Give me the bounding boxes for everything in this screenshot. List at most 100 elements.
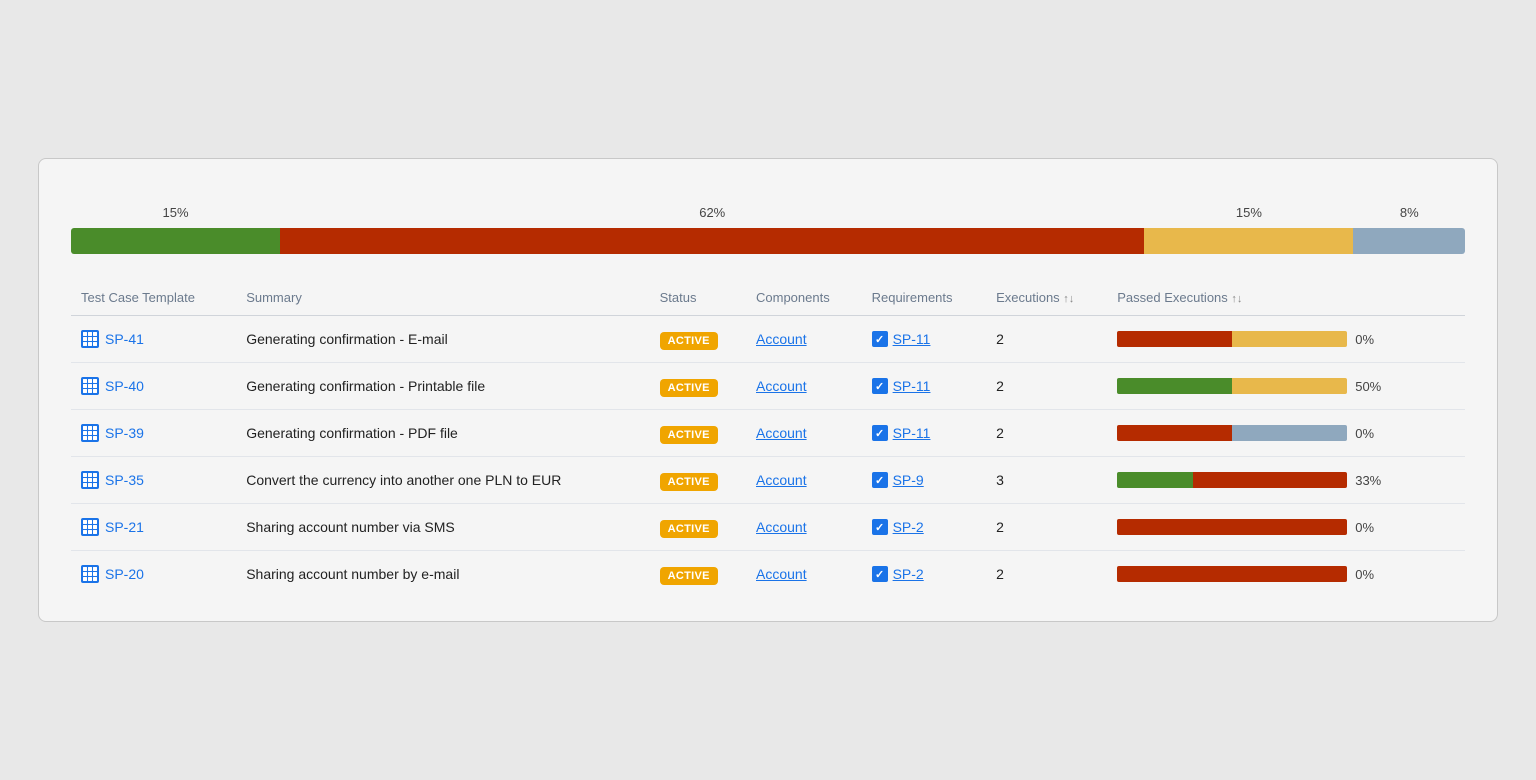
component-link[interactable]: Account [756,519,807,535]
requirement-cell: SP-11 [862,363,987,410]
tc-id-cell: SP-21 [71,504,236,551]
component-cell: Account [746,363,862,410]
progress-bar [71,228,1465,254]
progress-label: 15% [1236,205,1262,220]
executions-cell: 2 [986,316,1107,363]
bar-segment [1117,331,1232,347]
status-badge: ACTIVE [660,332,718,350]
col-header-status: Status [650,282,746,316]
component-cell: Account [746,551,862,598]
status-cell: ACTIVE [650,316,746,363]
req-link[interactable]: SP-11 [893,331,931,347]
progress-segment [280,228,1144,254]
status-cell: ACTIVE [650,410,746,457]
summary-cell: Generating confirmation - PDF file [236,410,649,457]
table-row: SP-21 Sharing account number via SMS ACTI… [71,504,1465,551]
req-link[interactable]: SP-11 [893,378,931,394]
progress-segment [1353,228,1465,254]
progress-label: 8% [1400,205,1419,220]
col-header-summary: Summary [236,282,649,316]
tc-id-cell: SP-39 [71,410,236,457]
component-link[interactable]: Account [756,472,807,488]
req-checkbox-icon [872,331,888,347]
status-badge: ACTIVE [660,379,718,397]
tc-link[interactable]: SP-40 [81,377,226,395]
execution-bar [1117,472,1347,488]
table-row: SP-41 Generating confirmation - E-mailAC… [71,316,1465,363]
table-row: SP-20 Sharing account number by e-mailAC… [71,551,1465,598]
progress-section: 15%62%15%8% [71,205,1465,254]
grid-icon [81,518,99,536]
component-link[interactable]: Account [756,378,807,394]
passed-executions-cell: 0% [1107,504,1465,551]
col-header-tc: Test Case Template [71,282,236,316]
requirement-cell: SP-11 [862,410,987,457]
executions-cell: 2 [986,551,1107,598]
status-badge: ACTIVE [660,520,718,538]
results-table: Test Case TemplateSummaryStatusComponent… [71,282,1465,597]
tc-link[interactable]: SP-39 [81,424,226,442]
component-link[interactable]: Account [756,425,807,441]
sort-icon: ↑↓ [1063,293,1074,305]
grid-icon [81,424,99,442]
mini-bar-container: 0% [1117,331,1455,347]
tc-id-label: SP-41 [105,331,144,347]
status-cell: ACTIVE [650,551,746,598]
passed-pct-label: 0% [1355,332,1387,347]
execution-bar [1117,378,1347,394]
passed-executions-cell: 0% [1107,551,1465,598]
executions-cell: 2 [986,363,1107,410]
tc-link[interactable]: SP-41 [81,330,226,348]
req-checkbox-icon [872,519,888,535]
req-checkbox-icon [872,472,888,488]
bar-segment [1117,519,1347,535]
req-link[interactable]: SP-11 [893,425,931,441]
bar-segment [1193,472,1347,488]
progress-label: 15% [163,205,189,220]
req-checkbox-icon [872,566,888,582]
tc-id-label: SP-40 [105,378,144,394]
req-link[interactable]: SP-2 [893,566,924,582]
req-link[interactable]: SP-9 [893,472,924,488]
execution-bar [1117,331,1347,347]
bar-segment [1232,378,1347,394]
table-row: SP-40 Generating confirmation - Printabl… [71,363,1465,410]
passed-pct-label: 50% [1355,379,1387,394]
tc-link[interactable]: SP-21 [81,518,226,536]
tc-id-label: SP-39 [105,425,144,441]
summary-cell: Generating confirmation - Printable file [236,363,649,410]
col-header-passed[interactable]: Passed Executions ↑↓ [1107,282,1465,316]
passed-pct-label: 0% [1355,520,1387,535]
mini-bar-container: 0% [1117,425,1455,441]
mini-bar-container: 0% [1117,566,1455,582]
req-checkbox-icon [872,425,888,441]
tc-link[interactable]: SP-20 [81,565,226,583]
requirement-cell: SP-11 [862,316,987,363]
summary-cell: Sharing account number via SMS [236,504,649,551]
passed-pct-label: 0% [1355,567,1387,582]
component-cell: Account [746,316,862,363]
col-header-executions[interactable]: Executions ↑↓ [986,282,1107,316]
component-link[interactable]: Account [756,331,807,347]
col-header-requirements: Requirements [862,282,987,316]
tc-id-cell: SP-20 [71,551,236,598]
passed-executions-cell: 0% [1107,410,1465,457]
component-link[interactable]: Account [756,566,807,582]
executions-cell: 2 [986,410,1107,457]
mini-bar-container: 0% [1117,519,1455,535]
results-table-container: Test Case TemplateSummaryStatusComponent… [71,282,1465,597]
tc-id-label: SP-20 [105,566,144,582]
passed-pct-label: 0% [1355,426,1387,441]
bar-segment [1117,472,1193,488]
req-link[interactable]: SP-2 [893,519,924,535]
status-badge: ACTIVE [660,473,718,491]
grid-icon [81,565,99,583]
status-cell: ACTIVE [650,457,746,504]
progress-segment [71,228,280,254]
tc-id-label: SP-21 [105,519,144,535]
status-cell: ACTIVE [650,504,746,551]
mini-bar-container: 33% [1117,472,1455,488]
tc-id-cell: SP-35 [71,457,236,504]
bar-segment [1232,425,1347,441]
tc-link[interactable]: SP-35 [81,471,226,489]
